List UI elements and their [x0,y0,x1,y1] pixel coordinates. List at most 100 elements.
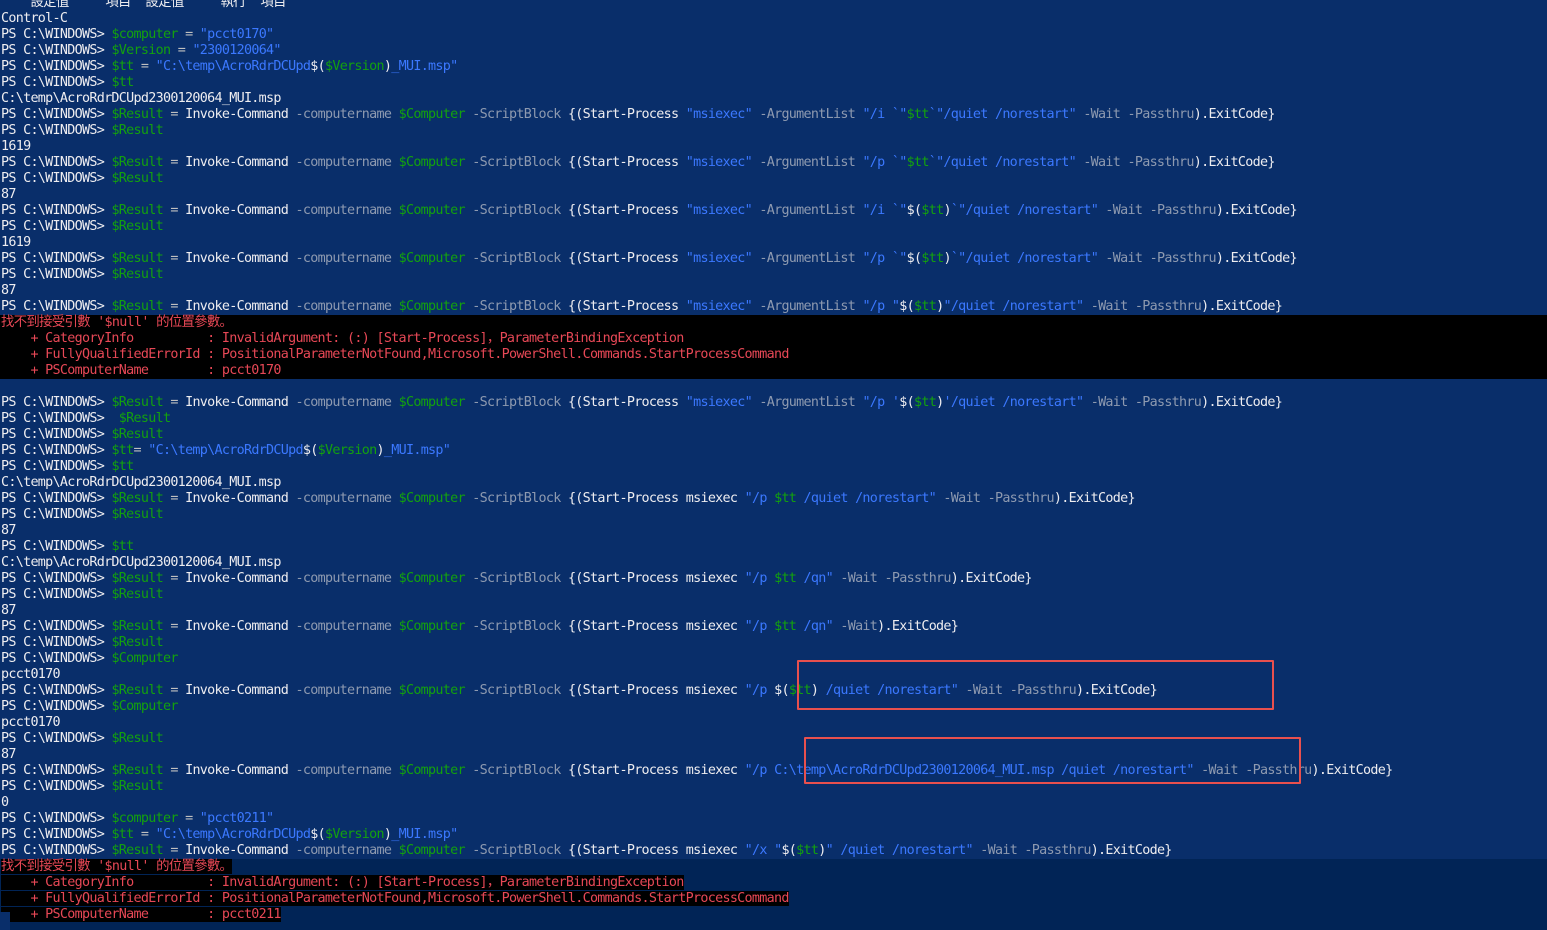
token-var: $tt [906,155,930,170]
error-line: + FullyQualifiedErrorId : PositionalPara… [0,891,789,907]
output-line: pcct0170 [0,715,1545,731]
token-var: $Result [111,507,163,522]
token-var: $Result [111,267,163,282]
token-err: + CategoryInfo : InvalidArgument: (:) [S… [1,331,684,346]
token-param: -Wait -Passthru [832,571,951,586]
token-param: -computername [295,843,399,858]
token-str: "C:\temp\AcroRdrDCUpd [155,59,311,74]
token-param: -computername [295,299,399,314]
token-str: '/quiet /norestart" [943,395,1084,410]
token-plain: Invoke-Command [185,491,296,506]
token-plain: {(Start-Process msiexec [567,571,745,586]
token-str: "/p [744,619,775,634]
token-plain: ).ExitCode} [1090,843,1173,858]
token-param: -ScriptBlock [464,491,568,506]
token-var: $tt [788,683,812,698]
token-param: -Wait -Passthru [936,491,1054,506]
token-var: $tt [913,395,937,410]
token-plain: $( [781,843,797,858]
token-param: -ArgumentList [752,299,863,314]
token-plain: Invoke-Command [185,571,296,586]
command-line: PS C:\WINDOWS> $Result [0,779,1547,795]
token-param: -Wait -Passthru [1075,107,1194,122]
output-line: Control-C [0,11,1547,27]
token-var: $tt [796,843,819,858]
token-var: $tt [111,443,134,458]
token-param: -computername [295,251,399,266]
command-line: PS C:\WINDOWS> $Result = Invoke-Command … [0,299,1547,315]
token-var: $Result [111,251,163,266]
token-var: $Computer [398,299,466,314]
token-var: $Computer [398,491,466,506]
output-line: 87 [0,747,1522,763]
token-var: $Result [111,427,163,442]
token-param: -ScriptBlock [464,843,568,858]
output-line: 87 [0,283,1522,299]
token-str: "msiexec" [685,107,753,122]
token-plain: $( [906,203,922,218]
command-line: PS C:\WINDOWS> $Result [0,411,1547,427]
token-var: $Computer [398,203,466,218]
token-var: $tt [111,459,134,474]
output-line: 0 [0,795,1547,811]
token-var: $Result [111,107,163,122]
token-op: = [162,155,186,170]
token-str: /quiet /norestart" [796,491,937,506]
token-str: "/p " [862,299,900,314]
token-plain: $( [906,251,922,266]
token-var: $Computer [398,571,466,586]
token-plain: Invoke-Command [185,683,296,698]
output-line: C:\temp\AcroRdrDCUpd2300120064_MUI.msp [0,555,1546,571]
token-plain: PS C:\WINDOWS> [1,507,112,522]
token-var: $Result [111,843,163,858]
token-var: $Result [111,619,163,634]
token-var: $Computer [398,107,466,122]
token-var: $Result [111,683,163,698]
command-line: PS C:\WINDOWS> $Computer [0,699,1545,715]
token-plain: Invoke-Command [185,251,296,266]
token-plain: Invoke-Command [185,203,296,218]
token-op: = [162,571,186,586]
token-var: $Computer [398,619,466,634]
token-plain: PS C:\WINDOWS> [1,27,112,42]
command-line: PS C:\WINDOWS> $tt [0,539,1542,555]
token-plain: PS C:\WINDOWS> [1,299,112,314]
token-plain: PS C:\WINDOWS> [1,251,112,266]
token-plain: ).ExitCode} [950,571,1033,586]
token-param: -ScriptBlock [464,155,568,170]
token-plain: PS C:\WINDOWS> [1,267,112,282]
token-plain: {(Start-Process msiexec [567,619,745,634]
token-param: -ArgumentList [752,395,863,410]
token-plain: ).ExitCode} [877,619,959,634]
token-plain: PS C:\WINDOWS> [1,827,112,842]
token-param: -ScriptBlock [464,203,568,218]
token-plain: ) [818,843,826,858]
token-param: -ArgumentList [752,155,863,170]
token-plain: {(Start-Process [567,299,686,314]
token-op: = [133,827,156,842]
token-err: + CategoryInfo : InvalidArgument: (:) [S… [1,875,684,890]
token-var: $computer [111,27,178,42]
command-line: PS C:\WINDOWS> $Result [0,507,1547,523]
token-plain: ).ExitCode} [1215,203,1298,218]
token-op: = [162,619,186,634]
error-line: 找不到接受引數 '$null' 的位置參數。 [0,315,1547,331]
token-str: `"/quiet /norestart" [950,251,1099,266]
command-line: PS C:\WINDOWS> $Result = Invoke-Command … [0,203,1547,219]
token-out: C:\temp\AcroRdrDCUpd2300120064_MUI.msp [1,91,281,106]
token-plain: {(Start-Process [567,107,686,122]
token-var: $Computer [111,699,178,714]
token-param: -ScriptBlock [464,395,568,410]
token-plain: PS C:\WINDOWS> [1,731,112,746]
powershell-console[interactable]: 設定值 項目 設定值 執行 項目 Control-C PS C:\WINDOWS> … [0,0,1547,930]
token-str: "pcct0170" [199,27,274,42]
token-str: "msiexec" [685,395,753,410]
token-var: $Computer [398,683,466,698]
command-line: PS C:\WINDOWS> $Result [0,635,1547,651]
token-plain: ) [943,251,951,266]
command-line: PS C:\WINDOWS> $Result = Invoke-Command … [0,107,1547,123]
token-param: -ScriptBlock [464,251,568,266]
token-op: = [162,299,186,314]
token-plain: PS C:\WINDOWS> [1,219,112,234]
token-plain: PS C:\WINDOWS> [1,763,112,778]
